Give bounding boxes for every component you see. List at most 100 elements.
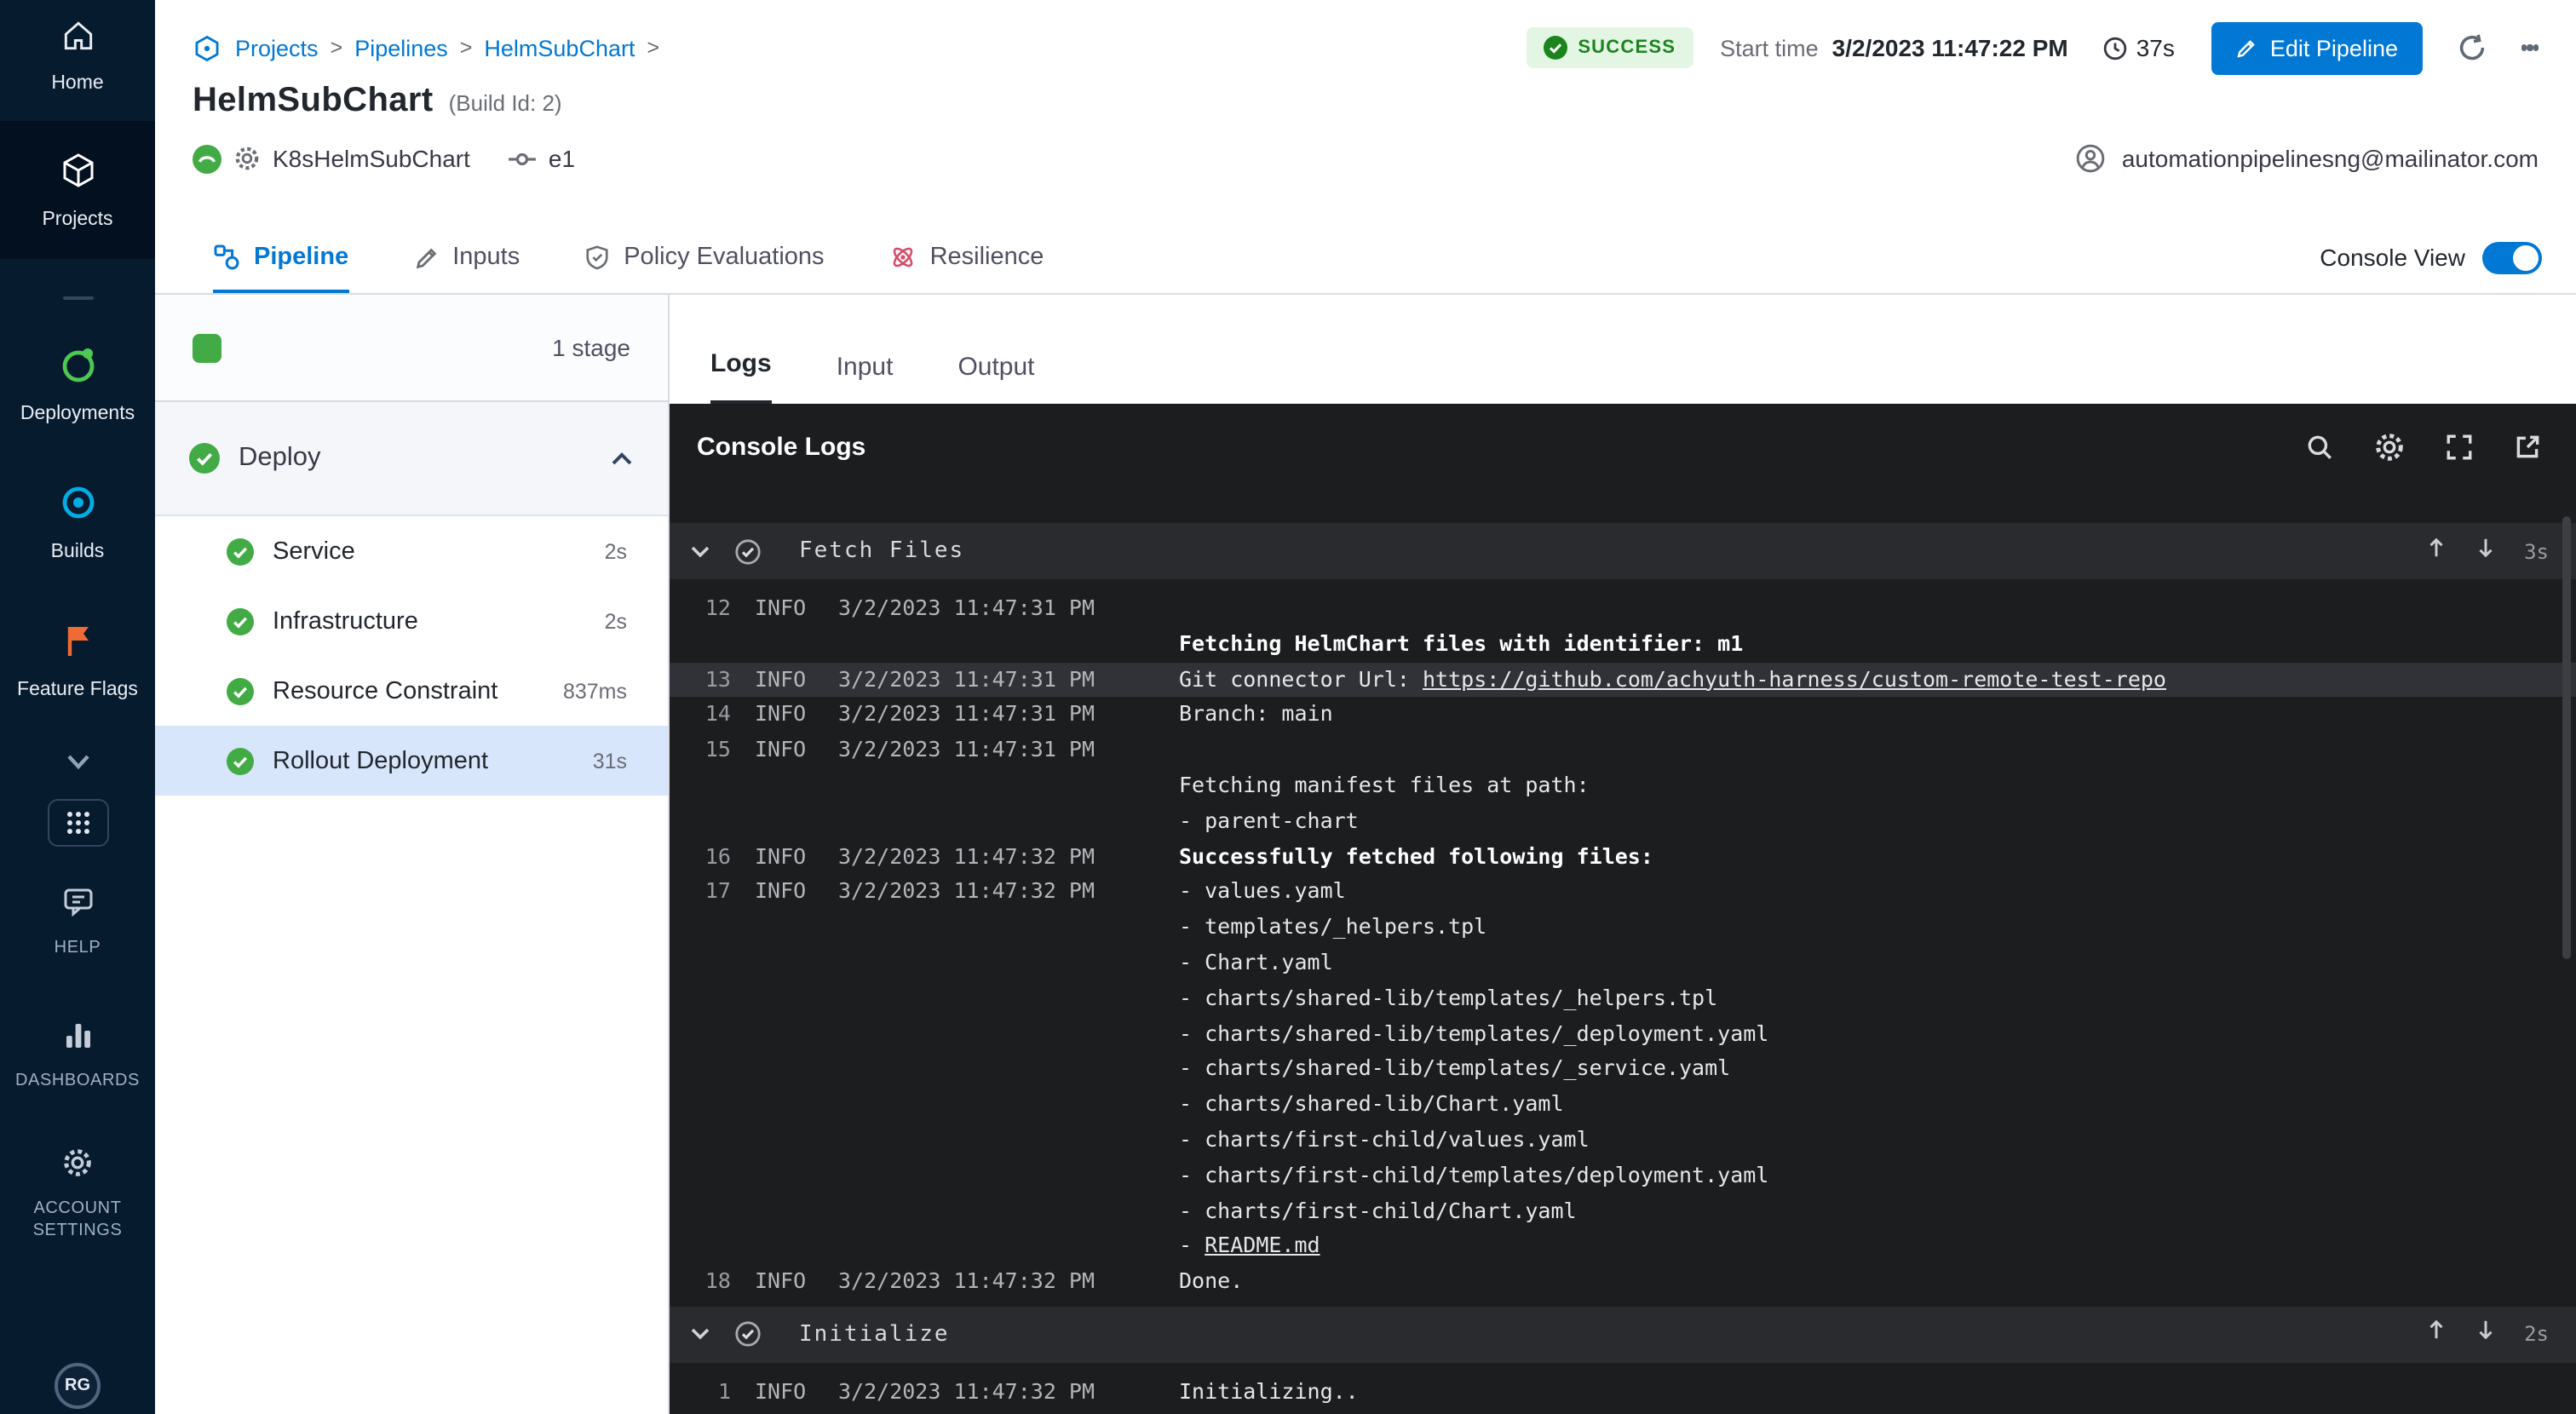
sidebar-item-dashboards[interactable]: DASHBOARDS [0, 1020, 155, 1092]
settings-gear-icon[interactable] [2373, 430, 2406, 463]
step-resource-constraint[interactable]: Resource Constraint 837ms [155, 656, 668, 726]
breadcrumb-link-pipelines[interactable]: Pipelines [354, 35, 448, 60]
log-scroll-area[interactable]: Fetch Files 3s 12INFO3/ [670, 489, 2576, 1414]
log-line-number: 18 [690, 1264, 731, 1300]
log-level [755, 768, 833, 804]
log-message: - charts/first-child/Chart.yaml [1179, 1193, 1577, 1229]
log-timestamp [838, 1123, 1097, 1158]
stage-panel: 1 stage Deploy Service 2s Infrastruct [155, 295, 670, 1414]
log-timestamp [838, 1229, 1097, 1265]
log-text: Fetching HelmChart files with identifier… [1179, 630, 1743, 656]
log-timestamp [838, 1087, 1097, 1123]
app: Home Projects Deployments Builds F [0, 0, 2576, 1414]
scroll-up-icon[interactable] [2425, 536, 2446, 566]
scroll-down-icon[interactable] [2475, 1319, 2495, 1350]
log-text: - [1179, 1233, 1205, 1258]
log-text: - parent-chart [1179, 808, 1359, 833]
log-section-header-fetch-files[interactable]: Fetch Files 3s [670, 523, 2576, 579]
log-line: - charts/shared-lib/templates/_service.y… [670, 1052, 2576, 1088]
log-text: - values.yaml [1179, 878, 1346, 904]
log-level: INFO [755, 591, 833, 627]
log-tabs: Logs Input Output [670, 295, 2576, 404]
sidebar-item-deployments[interactable]: Deployments [0, 344, 155, 424]
log-level: INFO [755, 733, 833, 768]
tab-pipeline[interactable]: Pipeline [213, 221, 348, 293]
section-duration: 3s [2524, 539, 2549, 563]
log-line-number: 16 [690, 839, 731, 875]
more-options-icon[interactable] [2521, 41, 2539, 55]
success-check-icon [1544, 36, 1567, 60]
edit-pipeline-button[interactable]: Edit Pipeline [2212, 21, 2422, 74]
log-timestamp [838, 1158, 1097, 1194]
service-icon [193, 144, 221, 173]
sidebar-item-projects[interactable]: Projects [0, 121, 155, 259]
breadcrumb-separator: > [460, 36, 473, 60]
sidebar-item-account-settings[interactable]: ACCOUNT SETTINGS [21, 1147, 134, 1242]
sidebar-collapse-handle[interactable] [62, 296, 93, 300]
tab-input[interactable]: Input [837, 295, 894, 404]
console-scrollbar[interactable] [2562, 516, 2571, 959]
breadcrumb-link-projects[interactable]: Projects [235, 35, 319, 60]
view-tabs: Pipeline Inputs Policy Evaluations Resil… [155, 221, 2576, 295]
module-grid-button[interactable] [47, 799, 108, 847]
section-duration: 2s [2524, 1323, 2549, 1347]
user-avatar[interactable]: RG [55, 1363, 101, 1409]
log-link[interactable]: https://github.com/achyuth-harness/custo… [1423, 665, 2166, 691]
tab-policy-evaluations[interactable]: Policy Evaluations [584, 221, 824, 293]
log-message: - charts/shared-lib/templates/_deploymen… [1179, 1016, 1768, 1052]
fullscreen-icon[interactable] [2445, 432, 2474, 461]
breadcrumb-link-helmsubchart[interactable]: HelmSubChart [484, 35, 635, 60]
log-line: 1INFO3/2/2023 11:47:32 PMInitializing.. [670, 1375, 2576, 1411]
scroll-down-icon[interactable] [2475, 536, 2495, 566]
sidebar-item-builds[interactable]: Builds [0, 482, 155, 562]
sidebar-expand-chevron[interactable] [64, 748, 91, 779]
step-rollout-deployment[interactable]: Rollout Deployment 31s [155, 726, 668, 796]
section-success-icon [734, 537, 762, 565]
sidebar-item-label: Deployments [20, 404, 135, 424]
chevron-up-icon[interactable] [610, 451, 634, 466]
environment-name[interactable]: e1 [549, 145, 575, 172]
start-time-label: Start time [1720, 35, 1819, 60]
log-line-number [690, 1123, 731, 1158]
shield-check-icon [584, 244, 610, 271]
log-section-header-initialize[interactable]: Initialize 2s [670, 1307, 2576, 1363]
tab-inputs[interactable]: Inputs [413, 221, 520, 293]
log-message: Successfully fetched following files: [1179, 839, 1653, 875]
tab-logs[interactable]: Logs [710, 295, 772, 404]
log-line-number [690, 981, 731, 1017]
stage-status-square [193, 333, 221, 362]
tab-resilience[interactable]: Resilience [889, 221, 1044, 293]
log-level: INFO [755, 839, 833, 875]
log-text: Done. [1179, 1267, 1243, 1293]
log-line-number [690, 1193, 731, 1229]
refresh-icon[interactable] [2456, 32, 2487, 63]
log-message: - charts/first-child/values.yaml [1179, 1123, 1590, 1158]
stage-header-deploy[interactable]: Deploy [155, 402, 668, 516]
log-line: - README.md [670, 1229, 2576, 1265]
step-service[interactable]: Service 2s [155, 516, 668, 586]
log-link[interactable]: README.md [1205, 1233, 1320, 1258]
service-meta: K8sHelmSubChart [193, 144, 470, 173]
console-actions [2305, 430, 2542, 463]
chevron-down-icon[interactable] [690, 536, 710, 566]
sidebar-item-feature-flags[interactable]: Feature Flags [0, 620, 155, 700]
chevron-down-icon[interactable] [690, 1319, 710, 1350]
log-line: - templates/_helpers.tpl [670, 910, 2576, 946]
service-name[interactable]: K8sHelmSubChart [273, 145, 470, 172]
step-duration: 2s [605, 539, 627, 563]
log-timestamp: 3/2/2023 11:47:31 PM [838, 662, 1097, 698]
sidebar-item-help[interactable]: HELP [0, 884, 155, 959]
stage-count-bar: 1 stage [155, 295, 668, 402]
log-timestamp: 3/2/2023 11:47:32 PM [838, 875, 1097, 911]
log-text: - charts/first-child/templates/deploymen… [1179, 1162, 1768, 1187]
step-infrastructure[interactable]: Infrastructure 2s [155, 586, 668, 656]
console-view-toggle[interactable] [2482, 241, 2542, 273]
log-line: 12INFO3/2/2023 11:47:31 PM [670, 591, 2576, 627]
tab-output[interactable]: Output [957, 295, 1034, 404]
sidebar-item-home[interactable]: Home [0, 17, 155, 94]
environment-icon [508, 147, 537, 170]
open-in-new-icon[interactable] [2513, 432, 2542, 461]
scroll-up-icon[interactable] [2425, 1319, 2446, 1350]
search-icon[interactable] [2305, 432, 2334, 461]
gear-icon [233, 145, 261, 172]
